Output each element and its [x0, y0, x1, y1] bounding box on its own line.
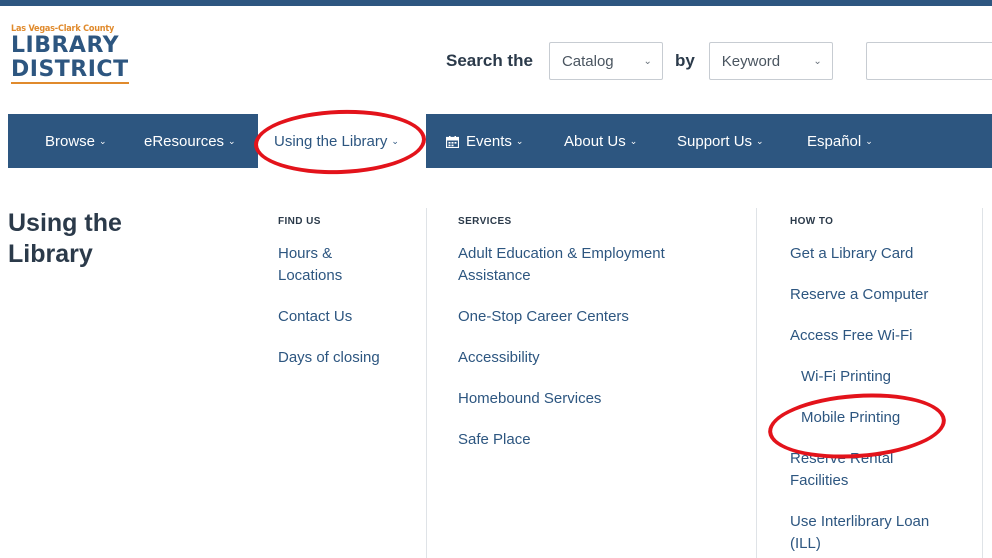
chevron-down-icon: ⌄ [629, 135, 638, 146]
chevron-down-icon: ⌄ [756, 135, 764, 146]
chevron-down-icon: ⌄ [813, 55, 822, 67]
top-rule [0, 0, 992, 6]
search-type-value: Keyword [721, 52, 781, 70]
menu-link-wifi-printing[interactable]: Wi-Fi Printing [790, 366, 960, 388]
column-divider [426, 208, 427, 558]
menu-link-hours-locations[interactable]: Hours & Locations [278, 243, 368, 287]
column-heading: SERVICES [458, 216, 512, 227]
menu-link-adult-education[interactable]: Adult Education & Employment Assistance [458, 243, 708, 287]
menu-column-find-us: FIND US Hours & Locations Contact Us Day… [278, 208, 418, 388]
nav-using-the-library[interactable]: Using the Library ⌄ [258, 114, 426, 168]
nav-browse[interactable]: Browse ⌄ [45, 114, 107, 168]
column-divider [982, 208, 983, 558]
catalog-search: Search the Catalog ⌄ by Keyword ⌄ [446, 42, 833, 80]
search-scope-value: Catalog [561, 52, 614, 70]
menu-link-homebound-services[interactable]: Homebound Services [458, 388, 718, 410]
nav-label: About Us [564, 132, 626, 150]
menu-link-contact-us[interactable]: Contact Us [278, 306, 418, 328]
nav-espanol[interactable]: Español ⌄ [807, 114, 873, 168]
menu-title: Using the Library [8, 209, 122, 268]
nav-eresources[interactable]: eResources ⌄ [144, 114, 236, 168]
menu-link-interlibrary-loan[interactable]: Use Interlibrary Loan (ILL) [790, 511, 950, 555]
nav-label: Español [807, 132, 862, 150]
logo-line-2: DISTRICT [11, 57, 129, 84]
nav-label: Support Us [677, 132, 753, 150]
chevron-down-icon: ⌄ [99, 135, 107, 146]
by-label: by [674, 51, 695, 70]
nav-label: Using the Library [274, 132, 388, 150]
logo-line-1: LIBRARY [11, 33, 120, 58]
column-divider [756, 208, 757, 558]
search-label: Search the [446, 51, 533, 70]
search-scope-select[interactable]: Catalog ⌄ [548, 42, 663, 80]
column-heading: FIND US [278, 216, 321, 227]
chevron-down-icon: ⌄ [391, 135, 399, 146]
menu-column-how-to: HOW TO Get a Library Card Reserve a Comp… [790, 208, 960, 558]
menu-link-library-card[interactable]: Get a Library Card [790, 243, 960, 265]
chevron-down-icon: ⌄ [515, 135, 524, 146]
search-input[interactable] [866, 42, 992, 80]
site-logo[interactable]: Las Vegas-Clark County LIBRARY DISTRICT [11, 24, 131, 84]
menu-link-mobile-printing[interactable]: Mobile Printing [790, 407, 960, 429]
nav-label: eResources [144, 132, 225, 150]
menu-link-safe-place[interactable]: Safe Place [458, 429, 718, 451]
column-heading: HOW TO [790, 216, 834, 227]
menu-link-career-centers[interactable]: One-Stop Career Centers [458, 306, 718, 328]
nav-support-us[interactable]: Support Us ⌄ [677, 114, 764, 168]
menu-link-free-wifi[interactable]: Access Free Wi-Fi [790, 325, 960, 347]
nav-events[interactable]: Events ⌄ [445, 114, 524, 168]
chevron-down-icon: ⌄ [228, 135, 236, 146]
menu-link-reserve-computer[interactable]: Reserve a Computer [790, 284, 960, 306]
chevron-down-icon: ⌄ [865, 135, 873, 146]
nav-label: Browse [45, 132, 96, 150]
menu-link-rental-facilities[interactable]: Reserve Rental Facilities [790, 448, 910, 492]
nav-about-us[interactable]: About Us ⌄ [564, 114, 637, 168]
chevron-down-icon: ⌄ [643, 55, 652, 67]
search-type-select[interactable]: Keyword ⌄ [708, 42, 833, 80]
menu-column-services: SERVICES Adult Education & Employment As… [458, 208, 718, 470]
menu-link-days-of-closing[interactable]: Days of closing [278, 347, 418, 369]
menu-link-accessibility[interactable]: Accessibility [458, 347, 718, 369]
nav-label: Events [466, 132, 512, 150]
calendar-icon [445, 135, 460, 149]
main-nav: Browse ⌄ eResources ⌄ Using the Library ⌄ E… [8, 114, 992, 168]
